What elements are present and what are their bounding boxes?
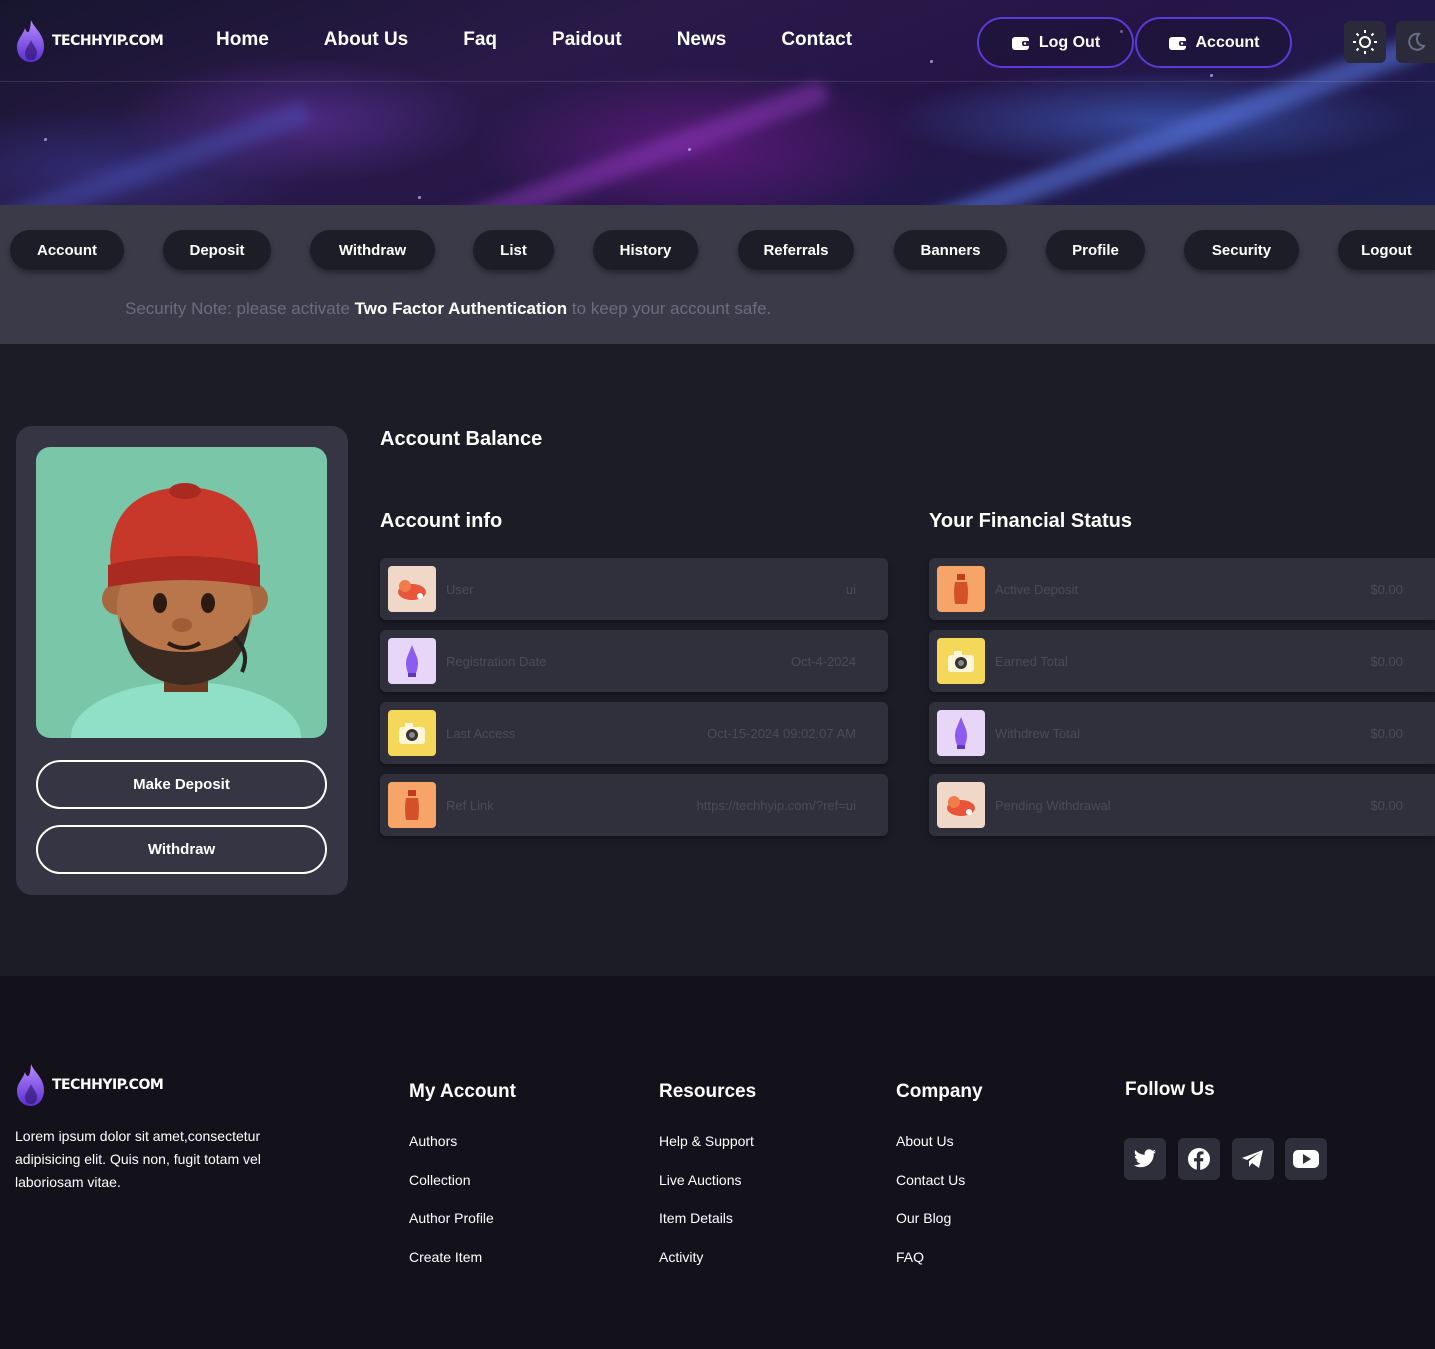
footer-brand-logo[interactable]: TECHHYIP.COM (14, 1062, 164, 1108)
footer-link-item-details[interactable]: Item Details (659, 1210, 733, 1226)
withdraw-button[interactable]: Withdraw (36, 825, 327, 874)
bottle-thumb-icon (388, 638, 436, 684)
nav-faq[interactable]: Faq (463, 28, 497, 52)
tab-withdraw[interactable]: Withdraw (310, 230, 435, 270)
sun-icon (1353, 30, 1377, 54)
footer-link-create-item[interactable]: Create Item (409, 1249, 482, 1265)
jar-thumb-icon (388, 782, 436, 828)
make-deposit-button[interactable]: Make Deposit (36, 760, 327, 809)
moon-icon (1407, 32, 1426, 51)
nav-contact[interactable]: Contact (781, 28, 852, 52)
footer-follow-title: Follow Us (1125, 1079, 1215, 1100)
nav-home[interactable]: Home (216, 28, 269, 52)
youtube-icon[interactable] (1285, 1138, 1327, 1180)
flame-logo-icon (17, 20, 44, 62)
info-row-last-access: Last Access Oct-15-2024 09:02:07 AM (380, 702, 888, 764)
info-row-user: User ui (380, 558, 888, 620)
account-button[interactable]: Account (1135, 17, 1292, 68)
financial-row-earned-total: Earned Total $0.00 (929, 630, 1435, 692)
tab-referrals[interactable]: Referrals (738, 230, 854, 270)
dog-thumb-icon (388, 566, 436, 612)
account-info-title: Account info (380, 510, 503, 532)
wallet-icon (1011, 36, 1030, 50)
footer-about-text: Lorem ipsum dolor sit amet,consectetur a… (15, 1128, 261, 1190)
footer-link-our-blog[interactable]: Our Blog (896, 1210, 951, 1226)
footer-link-authors[interactable]: Authors (409, 1133, 457, 1149)
tab-security[interactable]: Security (1184, 230, 1299, 270)
footer-link-faq[interactable]: FAQ (896, 1249, 924, 1265)
footer-link-live-auctions[interactable]: Live Auctions (659, 1172, 742, 1188)
tab-profile[interactable]: Profile (1046, 230, 1145, 270)
footer-col-company-title: Company (896, 1081, 983, 1102)
footer-link-collection[interactable]: Collection (409, 1172, 470, 1188)
nav-about[interactable]: About Us (324, 28, 408, 52)
footer-link-help-support[interactable]: Help & Support (659, 1133, 754, 1149)
bottle-thumb-icon (937, 710, 985, 756)
nav-news[interactable]: News (677, 28, 727, 52)
profile-card: Make Deposit Withdraw (16, 426, 348, 895)
financial-status-title: Your Financial Status (929, 510, 1132, 532)
twitter-icon[interactable] (1124, 1138, 1166, 1180)
security-note: Security Note: please activate Two Facto… (125, 299, 772, 318)
facebook-icon[interactable] (1178, 1138, 1220, 1180)
account-balance-title: Account Balance (380, 428, 543, 450)
wallet-icon (1168, 36, 1187, 50)
telegram-icon[interactable] (1232, 1138, 1274, 1180)
nav-paidout[interactable]: Paidout (552, 28, 622, 52)
footer-link-author-profile[interactable]: Author Profile (409, 1210, 494, 1226)
light-mode-toggle[interactable] (1344, 21, 1386, 63)
financial-row-withdrew-total: Withdrew Total $0.00 (929, 702, 1435, 764)
tab-history[interactable]: History (593, 230, 698, 270)
header-divider (0, 81, 1435, 82)
financial-row-pending-withdrawal: Pending Withdrawal $0.00 (929, 774, 1435, 836)
footer-col-my-account-title: My Account (409, 1081, 516, 1102)
flame-logo-icon (17, 1064, 44, 1106)
footer-link-activity[interactable]: Activity (659, 1249, 703, 1265)
main-nav: Home About Us Faq Paidout News Contact (216, 28, 907, 52)
avatar-character-image (71, 483, 301, 738)
info-row-ref-link: Ref Link https://techhyip.com/?ref=ui (380, 774, 888, 836)
tab-list[interactable]: List (473, 230, 554, 270)
info-row-registration: Registration Date Oct-4-2024 (380, 630, 888, 692)
logout-button[interactable]: Log Out (977, 17, 1134, 68)
financial-row-active-deposit: Active Deposit $0.00 (929, 558, 1435, 620)
footer-link-contact-us[interactable]: Contact Us (896, 1172, 965, 1188)
jar-thumb-icon (937, 566, 985, 612)
tab-account[interactable]: Account (10, 230, 124, 270)
brand-name: TECHHYIP.COM (52, 33, 164, 49)
dog-thumb-icon (937, 782, 985, 828)
footer-col-resources-title: Resources (659, 1081, 757, 1102)
account-tabbar: Account Deposit Withdraw List History Re… (0, 205, 1435, 344)
tab-logout[interactable]: Logout (1338, 230, 1435, 270)
tab-deposit[interactable]: Deposit (163, 230, 271, 270)
camera-thumb-icon (937, 638, 985, 684)
footer-brand-name: TECHHYIP.COM (52, 1077, 164, 1093)
two-factor-link[interactable]: Two Factor Authentication (355, 299, 568, 318)
camera-thumb-icon (388, 710, 436, 756)
dark-mode-toggle[interactable] (1396, 21, 1435, 63)
footer-link-about-us[interactable]: About Us (896, 1133, 954, 1149)
tab-banners[interactable]: Banners (894, 230, 1007, 270)
avatar (36, 447, 327, 738)
brand-logo[interactable]: TECHHYIP.COM (14, 18, 164, 64)
